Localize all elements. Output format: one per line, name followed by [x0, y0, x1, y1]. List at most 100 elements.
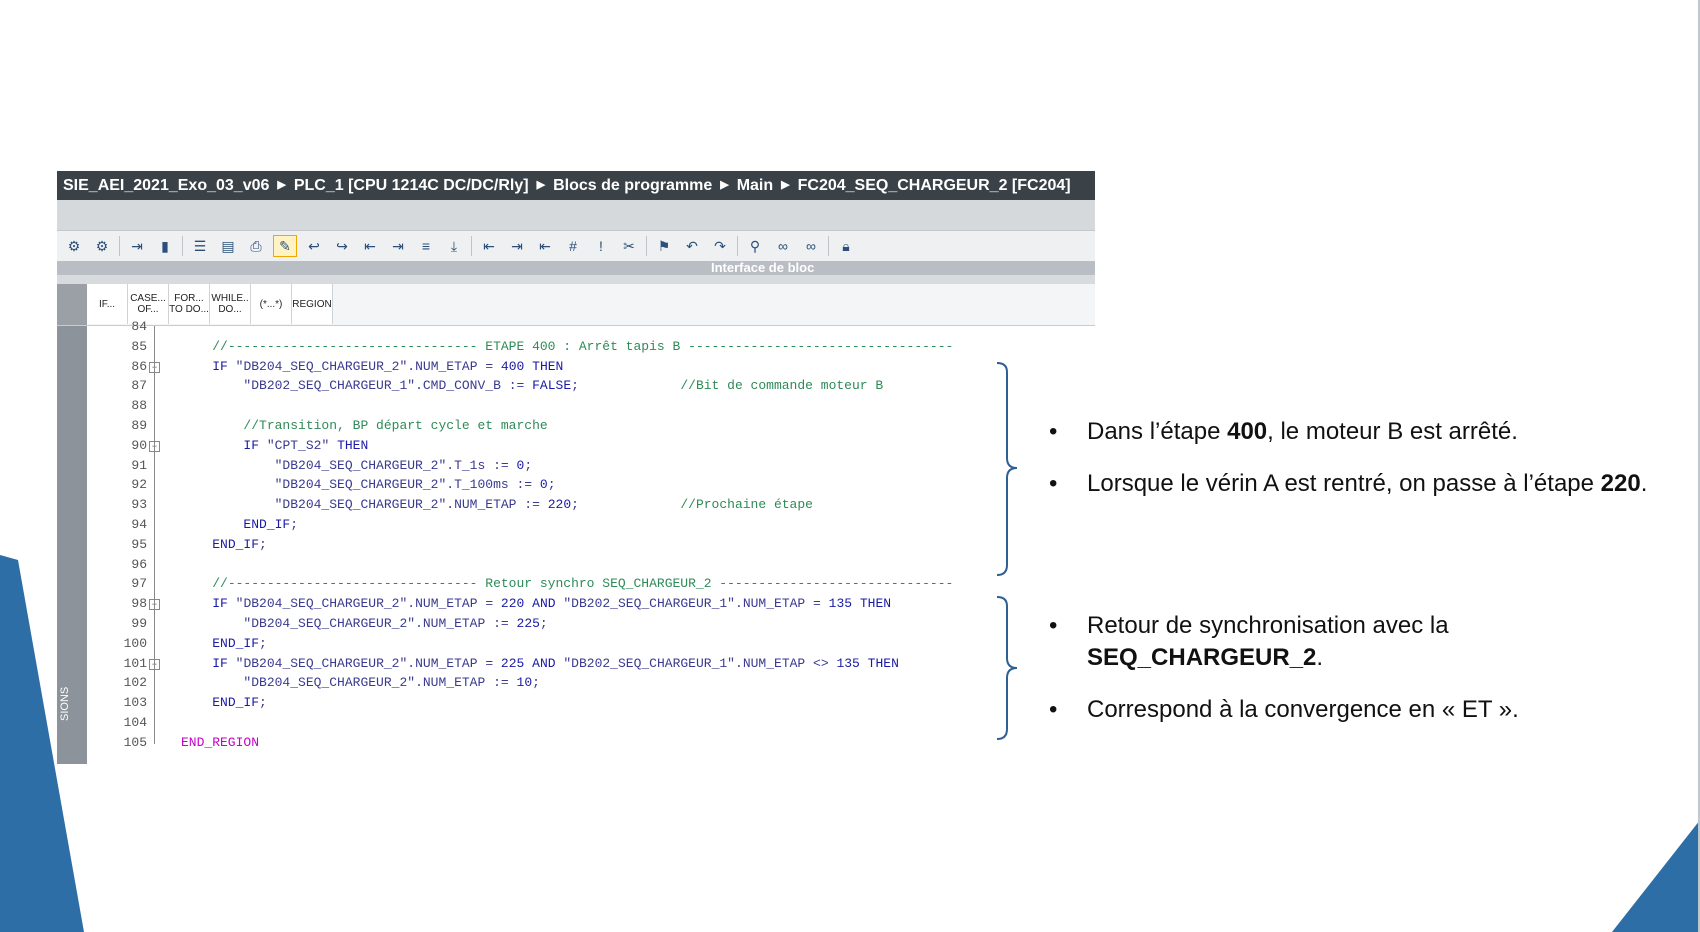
toolbar-separator — [119, 236, 120, 256]
bullet-dot: • — [1049, 470, 1058, 497]
code-text: "DB204_SEQ_CHARGEUR_2".T_100ms := 0; — [274, 477, 556, 493]
toolbar-separator — [182, 236, 183, 256]
code-line[interactable]: 97 //-------------------------------- Re… — [87, 574, 953, 594]
code-line[interactable]: 89 //Transition, BP départ cycle et marc… — [87, 416, 548, 436]
block-interface-label: Interface de bloc — [711, 260, 815, 275]
breadcrumb-block[interactable]: FC204_SEQ_CHARGEUR_2 [FC204] — [798, 171, 1071, 200]
code-text: END_IF; — [243, 517, 299, 532]
line-number: 105 — [123, 734, 147, 750]
line-number: 84 — [131, 319, 147, 334]
toolbar-undo-icon[interactable]: ↶ — [681, 236, 703, 256]
toolbar-outline-icon[interactable]: ▤ — [217, 236, 239, 256]
code-line[interactable]: 85 //-------------------------------- ET… — [87, 337, 953, 357]
code-line[interactable]: 93 "DB204_SEQ_CHARGEUR_2".NUM_ETAP := 22… — [87, 495, 813, 515]
breadcrumb-plc[interactable]: PLC_1 [CPU 1214C DC/DC/Rly] — [294, 171, 529, 200]
code-line[interactable]: 104 — [87, 713, 181, 733]
toolbar-uncomment-icon[interactable]: ✂ — [618, 236, 640, 256]
toolbar-separator — [471, 236, 472, 256]
code-text: //-------------------------------- ETAPE… — [212, 338, 954, 354]
side-panel-label: SIONS — [59, 686, 71, 721]
code-text: END_IF; — [212, 635, 267, 651]
region-tree-line — [154, 326, 155, 744]
bullet-text-part: Lorsque le vérin A est rentré, on passe … — [1087, 470, 1601, 497]
breadcrumb-blocks[interactable]: Blocs de programme — [553, 171, 712, 200]
breadcrumb-separator-icon: ▶ — [720, 179, 729, 191]
code-line[interactable]: 105 END_REGION — [87, 733, 259, 753]
toolbar-prev-bookmark-icon[interactable]: ⇤ — [359, 236, 381, 256]
line-number: 85 — [131, 338, 147, 354]
toolbar-lock-icon[interactable]: 🔒︎ — [835, 236, 857, 256]
toolbar-highlight-icon[interactable]: ✎ — [273, 235, 297, 257]
snippet-while[interactable]: WHILE.. DO... — [210, 284, 251, 324]
breadcrumb: SIE_AEI_2021_Exo_03_v06 ▶ PLC_1 [CPU 1214… — [57, 171, 1095, 200]
toolbar-outdent-icon[interactable]: ⇤ — [534, 236, 556, 256]
bullet-bold-seq: SEQ_CHARGEUR_2 — [1087, 644, 1317, 671]
editor-left-gutter: SIONS — [57, 326, 87, 764]
line-number: 100 — [123, 635, 147, 651]
line-number: 96 — [131, 556, 147, 572]
splitter[interactable] — [57, 275, 1095, 284]
code-line[interactable]: 101 IF "DB204_SEQ_CHARGEUR_2".NUM_ETAP =… — [87, 654, 899, 674]
code-line[interactable]: 98 IF "DB204_SEQ_CHARGEUR_2".NUM_ETAP = … — [87, 594, 891, 614]
toolbar-next-bookmark-icon[interactable]: ⇥ — [387, 236, 409, 256]
code-text: "DB204_SEQ_CHARGEUR_2".NUM_ETAP := 10; — [243, 675, 540, 691]
toolbar-separator — [828, 236, 829, 256]
code-line[interactable]: 92 "DB204_SEQ_CHARGEUR_2".T_100ms := 0; — [87, 475, 556, 495]
toolbar-glasses-off-icon[interactable]: ∞ — [800, 236, 822, 256]
block-interface-bar[interactable]: Interface de bloc — [57, 261, 1095, 275]
line-number: 93 — [131, 497, 147, 513]
code-line[interactable]: 95 END_IF; — [87, 535, 266, 555]
code-text: //Transition, BP départ cycle et marche — [243, 418, 548, 433]
toolbar-comment-icon[interactable]: ! — [590, 236, 612, 256]
code-text: "DB202_SEQ_CHARGEUR_1".CMD_CONV_B := FAL… — [243, 378, 884, 394]
code-line[interactable]: 88 — [87, 396, 181, 416]
toolbar-bookmark-clear-icon[interactable]: ↪ — [331, 236, 353, 256]
bullet-bold-step: 220 — [1600, 470, 1641, 497]
line-number: 94 — [131, 517, 147, 532]
code-line[interactable]: 96 — [87, 555, 181, 575]
brace-bottom — [996, 596, 1018, 740]
toolbar-monitor-on-icon[interactable]: ⚲ — [744, 236, 766, 256]
code-line[interactable]: 103 END_IF; — [87, 693, 267, 713]
toolbar-insert-network-icon[interactable]: ⚙ — [63, 236, 85, 256]
toolbar-download-icon[interactable]: ⤓ — [443, 236, 465, 256]
toolbar-redo-icon[interactable]: ↷ — [709, 236, 731, 256]
toolbar-flag-icon[interactable]: ⚑ — [653, 236, 675, 256]
line-number: 91 — [131, 457, 147, 473]
tia-portal-screenshot: SIE_AEI_2021_Exo_03_v06 ▶ PLC_1 [CPU 1214… — [57, 171, 1095, 772]
toolbar-list-icon[interactable]: ☰ — [189, 236, 211, 256]
bullet-dot: • — [1049, 612, 1058, 639]
toolbar-indent-icon[interactable]: ⇥ — [506, 236, 528, 256]
snippet-region[interactable]: REGION — [292, 284, 333, 324]
toolbar-separator — [737, 236, 738, 256]
line-number: 98 — [131, 596, 147, 612]
snippet-comment[interactable]: (*...*) — [251, 284, 292, 324]
snippet-gutter — [57, 284, 87, 325]
breadcrumb-separator-icon: ▶ — [277, 179, 286, 191]
code-line[interactable]: 90 IF "CPT_S2" THEN — [87, 436, 368, 456]
toolbar-indent-left-icon[interactable]: ⇤ — [478, 236, 500, 256]
breadcrumb-main[interactable]: Main — [737, 171, 773, 200]
breadcrumb-project[interactable]: SIE_AEI_2021_Exo_03_v06 — [63, 171, 269, 200]
code-text: END_IF; — [212, 695, 267, 711]
toolbar-bookmark-icon[interactable]: ↩ — [303, 236, 325, 256]
bullet-bold-step: 400 — [1227, 418, 1268, 445]
code-text: IF "DB204_SEQ_CHARGEUR_2".NUM_ETAP = 225… — [212, 655, 899, 671]
code-line[interactable]: 100 END_IF; — [87, 634, 267, 654]
breadcrumb-separator-icon: ▶ — [781, 179, 790, 191]
code-line[interactable]: 87 "DB202_SEQ_CHARGEUR_1".CMD_CONV_B := … — [87, 376, 883, 396]
code-line[interactable]: 84 — [87, 317, 181, 337]
toolbar-format-icon[interactable]: # — [562, 236, 584, 256]
toolbar-monitor-icon[interactable]: ▮ — [154, 236, 176, 256]
code-editor[interactable]: SIONS 84 85 //---------------------------… — [57, 319, 1095, 764]
code-line[interactable]: 99 "DB204_SEQ_CHARGEUR_2".NUM_ETAP := 22… — [87, 614, 547, 634]
line-number: 101 — [123, 655, 147, 671]
toolbar-print-icon[interactable]: ⎙ — [245, 236, 267, 256]
code-line[interactable]: 94 END_IF; — [87, 515, 298, 535]
toolbar-collapse-icon[interactable]: ≡ — [415, 236, 437, 256]
bullet-dot: • — [1049, 696, 1058, 723]
toolbar-glasses-icon[interactable]: ∞ — [772, 236, 794, 256]
toolbar-goto-icon[interactable]: ⇥ — [126, 236, 148, 256]
toolbar-delete-network-icon[interactable]: ⚙ — [91, 236, 113, 256]
line-number: 90 — [131, 437, 147, 453]
